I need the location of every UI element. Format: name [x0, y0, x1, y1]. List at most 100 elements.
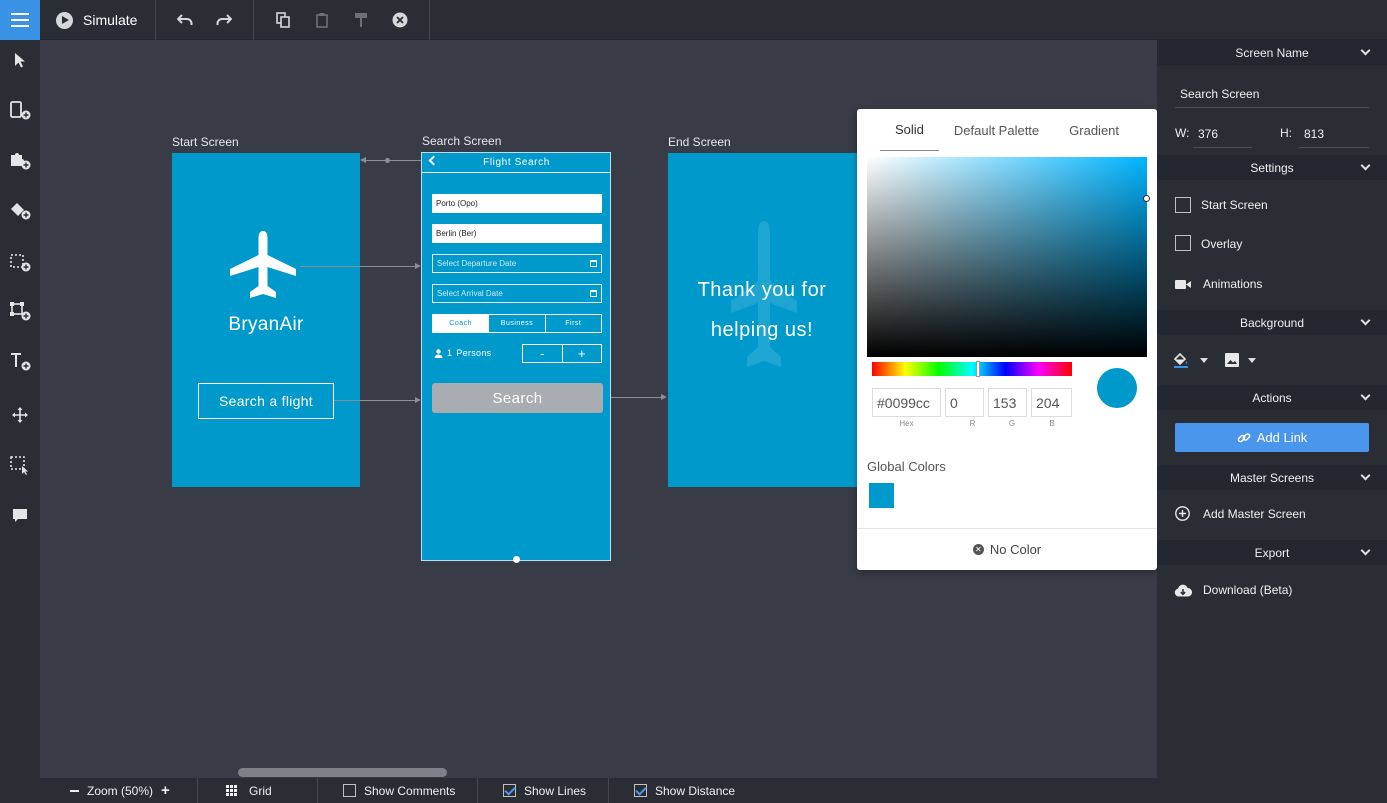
add-connection-icon[interactable] — [0, 296, 40, 326]
screen-name-input[interactable]: Search Screen — [1175, 87, 1369, 108]
start-screen-checkbox[interactable] — [1175, 197, 1191, 213]
fill-bucket-icon[interactable] — [1173, 352, 1189, 371]
hue-handle[interactable] — [976, 361, 980, 377]
close-icon[interactable] — [390, 10, 410, 30]
from-field[interactable]: Porto (Opo) — [432, 194, 602, 213]
airplane-icon — [228, 229, 298, 304]
edit-group — [254, 0, 430, 40]
zoom-control: Zoom (50%) + — [40, 778, 198, 803]
simulate-button[interactable]: Simulate — [40, 0, 156, 40]
animations-label[interactable]: Animations — [1203, 277, 1262, 291]
resize-handle[interactable] — [513, 556, 520, 563]
comment-icon[interactable] — [0, 500, 40, 530]
link-icon — [1237, 432, 1251, 442]
redo-icon[interactable] — [214, 10, 234, 30]
format-painter-icon[interactable] — [351, 10, 371, 30]
grid-toggle[interactable]: Grid — [198, 778, 318, 803]
no-color-button[interactable]: ✕ No Color — [857, 529, 1157, 570]
show-distance-toggle[interactable]: Show Distance — [609, 778, 769, 803]
download-label[interactable]: Download (Beta) — [1203, 583, 1292, 597]
export-header[interactable]: Export — [1157, 540, 1387, 565]
add-fill-icon[interactable] — [0, 195, 40, 225]
add-link-button[interactable]: Add Link — [1175, 423, 1369, 452]
show-comments-label: Show Comments — [364, 783, 456, 798]
grid-icon — [226, 785, 237, 796]
fill-dropdown-caret-icon[interactable] — [1200, 358, 1208, 363]
show-lines-toggle[interactable]: Show Lines — [478, 778, 609, 803]
chevron-down-icon — [1360, 470, 1371, 481]
add-area-icon[interactable] — [0, 247, 40, 277]
class-selector: Coach Business First — [432, 314, 602, 333]
show-lines-checkbox[interactable] — [503, 784, 516, 797]
zoom-out-icon[interactable] — [70, 789, 79, 792]
undo-icon[interactable] — [175, 10, 195, 30]
r-input[interactable]: 0 — [945, 388, 984, 417]
class-business[interactable]: Business — [489, 315, 546, 332]
menu-button[interactable] — [0, 0, 40, 40]
master-screens-header[interactable]: Master Screens — [1157, 465, 1387, 490]
select-tool-icon[interactable] — [0, 45, 40, 75]
settings-header[interactable]: Settings — [1157, 155, 1387, 180]
global-color-swatch[interactable] — [869, 483, 894, 508]
hex-input[interactable]: #0099cc — [872, 388, 941, 417]
to-field[interactable]: Berlin (Ber) — [432, 224, 602, 243]
search-button[interactable]: Search — [432, 383, 603, 413]
b-input[interactable]: 204 — [1031, 388, 1072, 417]
chevron-down-icon — [1360, 315, 1371, 326]
zoom-in-icon[interactable]: + — [161, 783, 170, 798]
g-input[interactable]: 153 — [988, 388, 1027, 417]
calendar-icon — [590, 260, 597, 267]
start-screen-label: Start Screen — [172, 135, 239, 149]
link-line-brand — [300, 266, 416, 267]
show-distance-checkbox[interactable] — [634, 784, 647, 797]
chevron-down-icon — [1360, 160, 1371, 171]
horizontal-scrollbar[interactable] — [238, 768, 447, 777]
back-icon[interactable] — [428, 155, 439, 166]
actions-header[interactable]: Actions — [1157, 385, 1387, 410]
plus-button[interactable]: + — [563, 345, 602, 362]
bottom-bar: Zoom (50%) + Grid Show Comments Show Lin… — [40, 778, 1157, 803]
tab-default-palette[interactable]: Default Palette — [939, 109, 1054, 151]
add-text-icon[interactable] — [0, 346, 40, 376]
show-comments-toggle[interactable]: Show Comments — [318, 778, 478, 803]
b-label: B — [1049, 419, 1055, 428]
marquee-select-icon[interactable] — [0, 450, 40, 480]
zoom-label: Zoom (50%) — [87, 783, 154, 798]
add-component-icon[interactable] — [0, 145, 40, 175]
saturation-area[interactable] — [867, 157, 1150, 357]
class-first[interactable]: First — [546, 315, 601, 332]
tab-gradient[interactable]: Gradient — [1054, 109, 1134, 151]
class-coach[interactable]: Coach — [433, 315, 490, 332]
width-input[interactable]: 376 — [1193, 127, 1252, 148]
show-comments-checkbox[interactable] — [343, 784, 356, 797]
departure-date-field[interactable]: Select Departure Date — [432, 254, 602, 273]
arrival-date-field[interactable]: Select Arrival Date — [432, 284, 602, 303]
start-screen[interactable]: BryanAir Search a flight — [172, 153, 360, 487]
calendar-icon — [590, 290, 597, 297]
screen-name-header[interactable]: Screen Name — [1157, 40, 1387, 65]
chevron-down-icon — [1360, 545, 1371, 556]
height-input[interactable]: 813 — [1299, 127, 1369, 148]
master-screens-title: Master Screens — [1229, 470, 1315, 485]
add-screen-icon[interactable] — [0, 95, 40, 125]
minus-button[interactable]: - — [523, 345, 563, 362]
hue-slider[interactable] — [872, 361, 1072, 377]
left-toolbar — [0, 40, 40, 803]
tab-solid[interactable]: Solid — [879, 109, 939, 151]
end-screen-label: End Screen — [668, 135, 731, 149]
paste-icon[interactable] — [312, 10, 332, 30]
background-header[interactable]: Background — [1157, 310, 1387, 335]
saturation-handle[interactable] — [1143, 195, 1150, 202]
search-a-flight-button[interactable]: Search a flight — [198, 383, 334, 419]
search-screen[interactable]: Flight Search Porto (Opo) Berlin (Ber) S… — [421, 152, 611, 563]
chevron-down-icon — [1360, 45, 1371, 56]
move-icon[interactable] — [0, 400, 40, 430]
image-dropdown-caret-icon[interactable] — [1248, 358, 1256, 363]
image-icon[interactable] — [1225, 353, 1239, 370]
copy-icon[interactable] — [273, 10, 293, 30]
overlay-checkbox[interactable] — [1175, 235, 1191, 251]
thanks-line-2: helping us! — [710, 319, 814, 341]
end-screen[interactable]: Thank you for helping us! — [668, 153, 857, 487]
width-label: W: — [1175, 126, 1190, 140]
add-master-screen-label[interactable]: Add Master Screen — [1203, 507, 1306, 521]
